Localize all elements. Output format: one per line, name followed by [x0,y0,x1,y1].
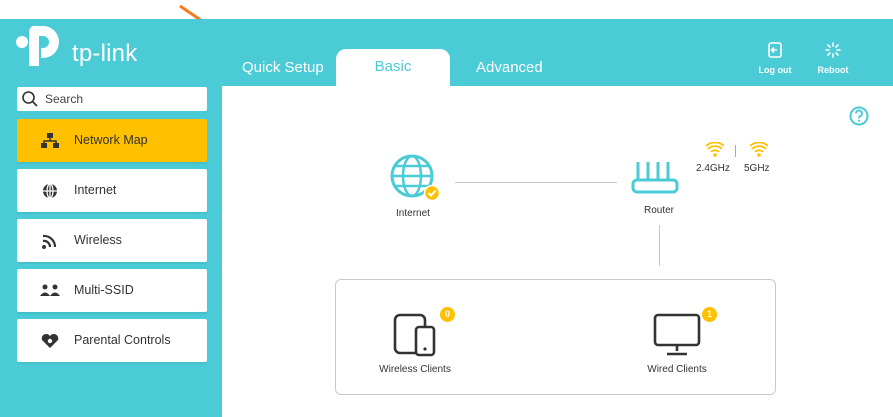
wifi-2-4ghz-icon [706,142,724,157]
sidebar-item-wireless[interactable]: Wireless [17,219,207,262]
sidebar-item-network-map[interactable]: Network Map [17,119,207,162]
search-input[interactable]: Search [17,87,207,111]
tab-basic[interactable]: Basic [336,49,450,87]
connector-line [455,182,617,183]
wireless-clients-label: Wireless Clients [379,364,451,375]
wired-clients-label: Wired Clients [647,364,707,375]
sidebar-item-label: Network Map [74,133,148,147]
sidebar-item-parental-controls[interactable]: Parental Controls [17,319,207,362]
brand-name: tp-link [72,40,138,67]
search-icon [22,91,38,107]
internet-label: Internet [396,208,430,219]
tp-link-logo: tp-link [13,22,153,72]
tab-quick-setup[interactable]: Quick Setup [242,50,324,85]
internet-globe-icon[interactable] [388,153,442,203]
router-icon[interactable] [630,158,690,198]
band-2-4ghz-label: 2.4GHz [696,163,730,174]
sidebar-item-label: Multi-SSID [74,283,134,297]
sidebar-item-internet[interactable]: Internet [17,169,207,212]
reboot-button[interactable]: Reboot [810,42,856,75]
wired-clients-icon[interactable] [653,313,703,357]
sidebar-item-label: Internet [74,183,117,197]
heart-icon [41,333,59,348]
band-divider [735,145,736,157]
tab-advanced[interactable]: Advanced [476,50,543,85]
logout-label: Log out [758,65,792,75]
network-map-icon [41,133,59,148]
reboot-icon [825,42,841,58]
router-label: Router [643,205,674,216]
wireless-clients-icon[interactable] [392,313,440,357]
logout-icon [768,42,782,58]
globe-icon [43,183,57,199]
search-placeholder: Search [45,92,84,106]
connector-line-vertical [659,225,660,266]
wifi-5ghz-icon [750,142,768,157]
multi-ssid-icon [40,284,60,296]
help-icon[interactable] [849,106,869,126]
reboot-label: Reboot [817,65,849,75]
sidebar-item-label: Parental Controls [74,333,171,347]
band-5ghz-label: 5GHz [744,163,770,174]
wired-clients-count-badge: 1 [702,307,717,322]
wireless-icon [42,234,57,249]
sidebar-item-multi-ssid[interactable]: Multi-SSID [17,269,207,312]
sidebar-item-label: Wireless [74,233,122,247]
wireless-clients-count-badge: 0 [440,307,455,322]
logout-button[interactable]: Log out [752,42,798,75]
